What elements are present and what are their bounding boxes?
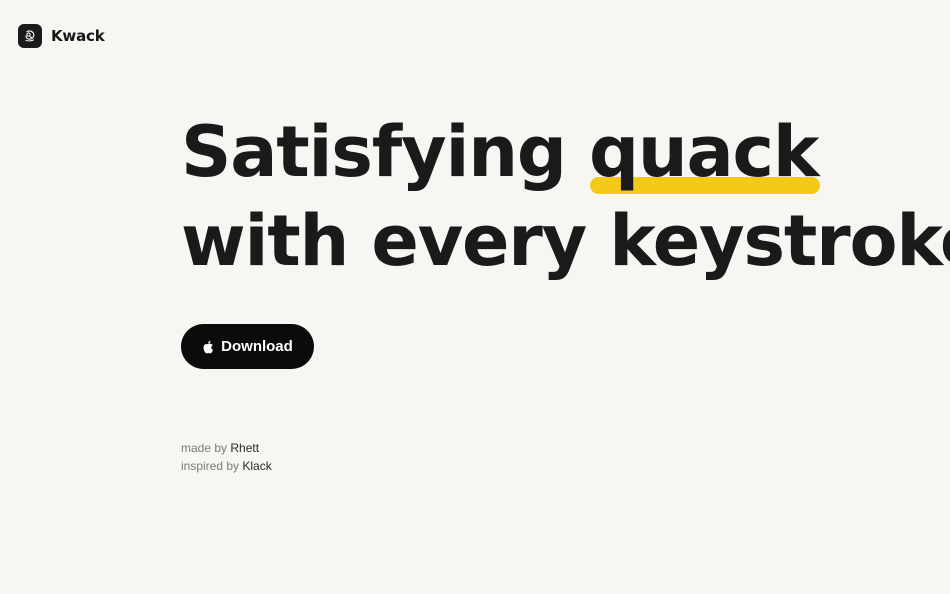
hero-headline: Satisfying quack with every keystroke	[181, 108, 950, 286]
made-by-link[interactable]: Rhett	[230, 441, 259, 455]
inspired-by-line: inspired by Klack	[181, 457, 272, 475]
brand-link[interactable]: Kwack	[18, 24, 105, 48]
inspired-by-label: inspired by	[181, 459, 240, 473]
brand-name: Kwack	[51, 27, 105, 45]
credits: made by Rhett inspired by Klack	[181, 439, 272, 475]
download-button-label: Download	[221, 338, 293, 355]
highlight-text: quack	[588, 111, 819, 193]
headline-prefix: Satisfying	[181, 111, 589, 193]
made-by-line: made by Rhett	[181, 439, 272, 457]
apple-icon	[202, 340, 214, 354]
headline-line-1: Satisfying quack	[181, 108, 950, 197]
highlighted-word: quack	[588, 108, 821, 197]
made-by-label: made by	[181, 441, 228, 455]
inspired-by-link[interactable]: Klack	[242, 459, 271, 473]
download-button[interactable]: Download	[181, 324, 314, 369]
headline-line-2: with every keystroke	[181, 200, 950, 282]
duck-icon	[18, 24, 42, 48]
